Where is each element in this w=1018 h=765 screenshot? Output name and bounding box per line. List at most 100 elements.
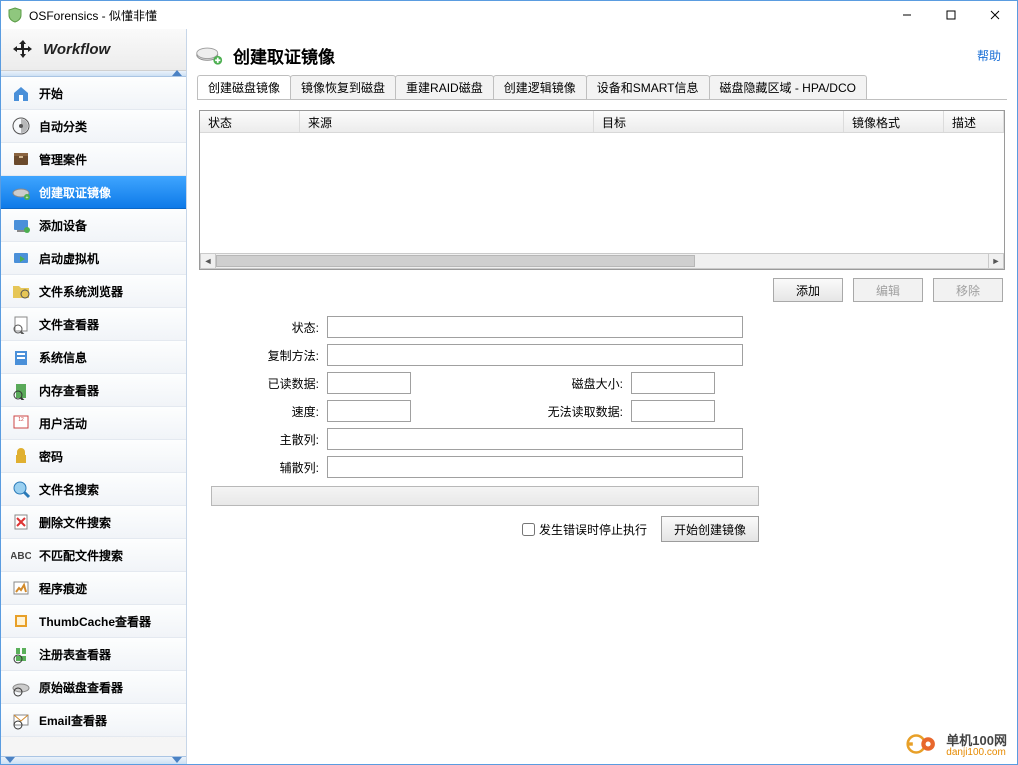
sidebar-item-1[interactable]: 自动分类 xyxy=(1,110,186,143)
sidebar-item-7[interactable]: 文件查看器 xyxy=(1,308,186,341)
sidebar-item-14[interactable]: ABC 不匹配文件搜索 xyxy=(1,539,186,572)
speed-field xyxy=(327,400,411,422)
sidebar-item-label: 文件名搜索 xyxy=(39,481,99,498)
sidebar-item-label: 用户活动 xyxy=(39,415,87,432)
watermark-logo-icon xyxy=(906,732,940,756)
image-list: 状态来源目标镜像格式描述 ◄ ► xyxy=(199,110,1005,270)
primary-hash-label: 主散列: xyxy=(207,431,327,448)
tab-3[interactable]: 创建逻辑镜像 xyxy=(493,75,587,99)
sidebar-item-19[interactable]: Email查看器 xyxy=(1,704,186,737)
watermark: 单机100网 danji100.com xyxy=(906,730,1007,758)
sidebar-item-15[interactable]: 程序痕迹 xyxy=(1,572,186,605)
sidebar-item-17[interactable]: 注册表查看器 xyxy=(1,638,186,671)
sidebar-item-label: 创建取证镜像 xyxy=(39,184,111,201)
scroll-left-icon[interactable]: ◄ xyxy=(200,253,216,269)
sidebar-item-label: 文件系统浏览器 xyxy=(39,283,123,300)
nav-icon xyxy=(11,347,31,367)
sidebar-item-8[interactable]: 系统信息 xyxy=(1,341,186,374)
column-header[interactable]: 来源 xyxy=(300,111,594,132)
sidebar-item-label: 程序痕迹 xyxy=(39,580,87,597)
window-title: OSForensics - 似懂非懂 xyxy=(29,7,157,24)
nav-icon xyxy=(11,314,31,334)
tab-1[interactable]: 镜像恢复到磁盘 xyxy=(290,75,396,99)
maximize-button[interactable] xyxy=(929,1,973,29)
column-header[interactable]: 描述 xyxy=(944,111,1004,132)
scroll-right-icon[interactable]: ► xyxy=(988,253,1004,269)
help-link[interactable]: 帮助 xyxy=(977,47,1001,64)
sidebar-item-2[interactable]: 管理案件 xyxy=(1,143,186,176)
tab-0[interactable]: 创建磁盘镜像 xyxy=(197,75,291,99)
nav-icon xyxy=(11,215,31,235)
sidebar-item-6[interactable]: 文件系统浏览器 xyxy=(1,275,186,308)
sidebar-item-label: 开始 xyxy=(39,85,63,102)
sidebar-item-9[interactable]: 内存查看器 xyxy=(1,374,186,407)
secondary-hash-label: 辅散列: xyxy=(207,459,327,476)
sidebar-item-label: 密码 xyxy=(39,448,63,465)
sidebar-item-10[interactable]: 12 用户活动 xyxy=(1,407,186,440)
nav-icon xyxy=(11,644,31,664)
workflow-icon xyxy=(11,38,35,62)
sidebar-item-16[interactable]: ThumbCache查看器 xyxy=(1,605,186,638)
tab-5[interactable]: 磁盘隐藏区域 - HPA/DCO xyxy=(709,75,867,99)
sidebar-collapse-down[interactable] xyxy=(1,756,186,764)
unreadable-field xyxy=(631,400,715,422)
delete-button[interactable]: 移除 xyxy=(933,278,1003,302)
sidebar-item-5[interactable]: 启动虚拟机 xyxy=(1,242,186,275)
nav-icon xyxy=(11,446,31,466)
nav-icon: ABC xyxy=(11,545,31,565)
start-button[interactable]: 开始创建镜像 xyxy=(661,516,759,542)
sidebar-item-4[interactable]: 添加设备 xyxy=(1,209,186,242)
sidebar-item-label: 不匹配文件搜索 xyxy=(39,547,123,564)
minimize-button[interactable] xyxy=(885,1,929,29)
nav-icon xyxy=(11,578,31,598)
nav-icon xyxy=(11,512,31,532)
nav-icon xyxy=(11,710,31,730)
sidebar-item-12[interactable]: 文件名搜索 xyxy=(1,473,186,506)
secondary-hash-field xyxy=(327,456,743,478)
tabs: 创建磁盘镜像镜像恢复到磁盘重建RAID磁盘创建逻辑镜像设备和SMART信息磁盘隐… xyxy=(187,75,1017,99)
sidebar-item-3[interactable]: + 创建取证镜像 xyxy=(1,176,186,209)
list-header: 状态来源目标镜像格式描述 xyxy=(200,111,1004,133)
sidebar-item-18[interactable]: 原始磁盘查看器 xyxy=(1,671,186,704)
sidebar-item-label: 删除文件搜索 xyxy=(39,514,111,531)
copy-method-label: 复制方法: xyxy=(207,347,327,364)
speed-label: 速度: xyxy=(207,403,327,420)
nav-icon xyxy=(11,83,31,103)
column-header[interactable]: 镜像格式 xyxy=(844,111,944,132)
sidebar-collapse-up[interactable] xyxy=(1,71,186,77)
sidebar: Workflow 开始自动分类管理案件 + 创建取证镜像添加设备启动虚拟机文件系统浏… xyxy=(1,29,187,764)
tab-2[interactable]: 重建RAID磁盘 xyxy=(395,75,494,99)
close-button[interactable] xyxy=(973,1,1017,29)
sidebar-item-label: 注册表查看器 xyxy=(39,646,111,663)
sidebar-item-0[interactable]: 开始 xyxy=(1,77,186,110)
nav-icon xyxy=(11,677,31,697)
column-header[interactable]: 目标 xyxy=(594,111,844,132)
sidebar-item-label: Email查看器 xyxy=(39,712,107,729)
nav-icon xyxy=(11,248,31,268)
svg-text:12: 12 xyxy=(18,417,24,423)
list-hscrollbar[interactable]: ◄ ► xyxy=(200,253,1004,269)
nav-icon: + xyxy=(11,182,31,202)
sidebar-title: Workflow xyxy=(43,41,110,58)
copy-method-field xyxy=(327,344,743,366)
sidebar-item-11[interactable]: 密码 xyxy=(1,440,186,473)
primary-hash-field xyxy=(327,428,743,450)
svg-text:ABC: ABC xyxy=(11,551,31,562)
add-button[interactable]: 添加 xyxy=(773,278,843,302)
column-header[interactable]: 状态 xyxy=(200,111,300,132)
read-data-label: 已读数据: xyxy=(207,375,327,392)
app-shield-icon xyxy=(7,7,23,23)
main-panel: 创建取证镜像 帮助 创建磁盘镜像镜像恢复到磁盘重建RAID磁盘创建逻辑镜像设备和… xyxy=(187,29,1017,764)
disk-size-field xyxy=(631,372,715,394)
stop-on-error-checkbox[interactable]: 发生错误时停止执行 xyxy=(522,521,647,538)
titlebar: OSForensics - 似懂非懂 xyxy=(1,1,1017,29)
sidebar-item-label: 添加设备 xyxy=(39,217,87,234)
sidebar-item-label: 文件查看器 xyxy=(39,316,99,333)
sidebar-item-13[interactable]: 删除文件搜索 xyxy=(1,506,186,539)
sidebar-item-label: 启动虚拟机 xyxy=(39,250,99,267)
edit-button[interactable]: 编辑 xyxy=(853,278,923,302)
tab-4[interactable]: 设备和SMART信息 xyxy=(586,75,710,99)
read-data-field xyxy=(327,372,411,394)
sidebar-item-label: 原始磁盘查看器 xyxy=(39,679,123,696)
nav-icon xyxy=(11,116,31,136)
